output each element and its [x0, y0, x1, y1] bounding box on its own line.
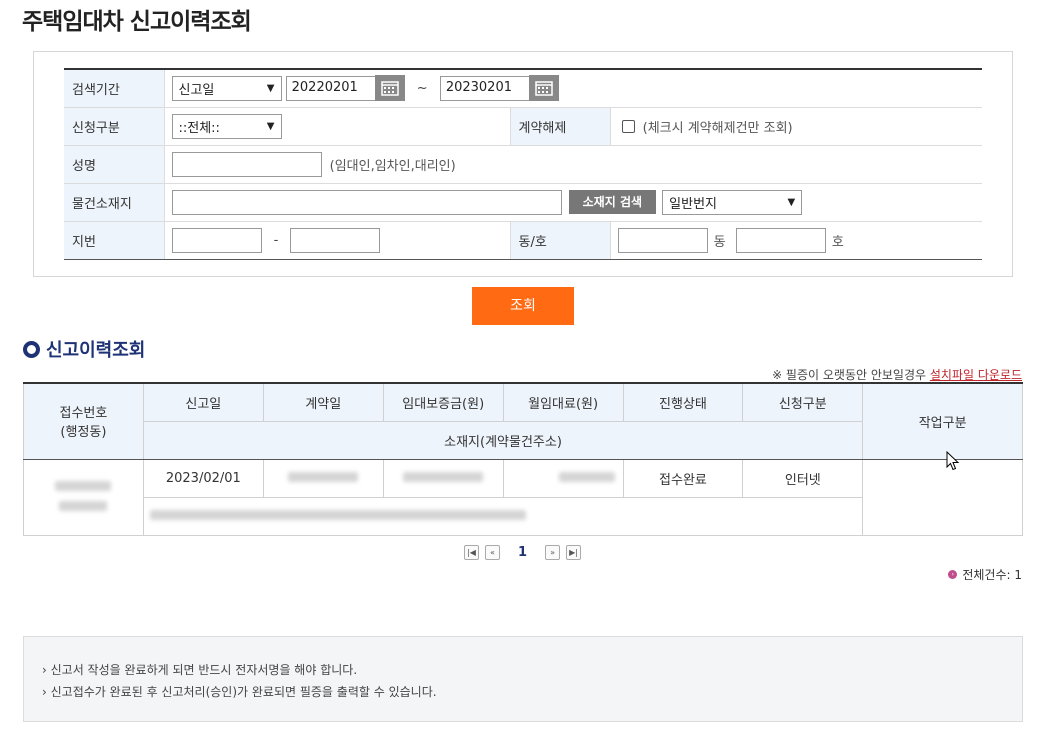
apply-type-cell: 인터넷 — [742, 458, 864, 498]
col-apply-type: 신청구분 — [742, 382, 864, 422]
search-panel: 검색기간 신고일 ▼ 20220201 ~ 20230201 신청구분 ::전체:… — [33, 51, 1013, 277]
cancel-label: 계약해제 — [509, 107, 611, 146]
apply-type-label: 신청구분 — [64, 107, 165, 146]
ho-input[interactable] — [735, 227, 826, 253]
dong-suffix: 동 — [713, 234, 726, 250]
lot-main-input[interactable] — [171, 227, 262, 253]
period-type-select[interactable]: 신고일 ▼ — [171, 75, 282, 101]
next-page-icon[interactable]: » — [545, 545, 561, 560]
redacted-value — [149, 509, 526, 520]
mouse-cursor-icon — [946, 451, 960, 471]
report-date-cell: 2023/02/01 — [142, 458, 264, 498]
col-deposit: 임대보증금(원) — [382, 382, 504, 422]
calendar-icon[interactable] — [374, 75, 405, 102]
address-search-button[interactable]: 소재지 검색 — [568, 190, 657, 214]
date-separator: ~ — [416, 80, 428, 96]
name-label: 성명 — [64, 145, 165, 184]
chevron-down-icon: ▼ — [787, 196, 796, 208]
contract-date-cell — [262, 458, 384, 498]
cancel-only-checkbox[interactable] — [621, 119, 635, 133]
status-cell: 접수완료 — [622, 458, 744, 498]
calendar-icon[interactable] — [528, 75, 559, 102]
last-page-icon[interactable]: ▶| — [566, 545, 582, 560]
ho-suffix: 호 — [831, 234, 844, 250]
address-label: 물건소재지 — [64, 183, 165, 222]
redacted-value — [55, 480, 112, 491]
prev-page-icon[interactable]: « — [485, 545, 500, 560]
address-type-select[interactable]: 일반번지 ▼ — [662, 189, 803, 215]
redacted-value — [403, 471, 484, 482]
period-label: 검색기간 — [64, 69, 165, 108]
install-download-link[interactable]: 설치파일 다운로드 — [930, 368, 1022, 382]
info-line: › 신고접수가 완료된 후 신고처리(승인)가 완료되면 필증을 출력할 수 있… — [42, 685, 437, 699]
address-input[interactable] — [171, 189, 562, 215]
plugin-notice: ※ 필증이 오랫동안 안보일경우 설치파일 다운로드 — [772, 368, 1022, 382]
dongho-label: 동/호 — [509, 221, 611, 260]
lot-separator: - — [273, 232, 279, 248]
lot-label: 지번 — [64, 221, 165, 260]
redacted-value — [558, 471, 615, 482]
col-contract-date: 계약일 — [262, 382, 384, 422]
pagination: |◀ « 1 » ▶| — [464, 545, 582, 560]
chevron-down-icon: ▼ — [266, 120, 275, 132]
info-box: › 신고서 작성을 완료하게 되면 반드시 전자서명을 해야 합니다. › 신고… — [23, 636, 1023, 722]
redacted-value — [288, 471, 359, 482]
table-row[interactable]: 2023/02/01 접수완료 인터넷 — [23, 458, 1023, 536]
search-button[interactable]: 조회 — [472, 287, 574, 325]
apply-type-select[interactable]: ::전체:: ▼ — [171, 113, 282, 139]
lot-sub-input[interactable] — [290, 227, 381, 253]
address-cell — [142, 496, 864, 536]
monthly-rent-cell — [502, 458, 624, 498]
name-input[interactable] — [171, 151, 322, 177]
section-title: 신고이력조회 — [23, 336, 145, 362]
first-page-icon[interactable]: |◀ — [464, 545, 479, 560]
page-number[interactable]: 1 — [518, 545, 527, 560]
total-count: › 전체건수: 1 — [948, 566, 1022, 583]
date-to-input[interactable]: 20230201 — [439, 75, 530, 101]
search-form-table: 검색기간 신고일 ▼ 20220201 ~ 20230201 신청구분 ::전체:… — [64, 68, 982, 260]
col-monthly-rent: 월임대료(원) — [502, 382, 624, 422]
deposit-cell — [382, 458, 504, 498]
page-title: 주택임대차 신고이력조회 — [22, 9, 252, 35]
receipt-no-cell — [23, 458, 144, 536]
name-hint: (임대인,임차인,대리인) — [329, 158, 456, 174]
col-status: 진행상태 — [622, 382, 744, 422]
circle-bullet-icon — [23, 340, 40, 358]
col-address: 소재지(계약물건주소) — [142, 420, 864, 460]
bullet-arrow-icon: › — [948, 570, 958, 579]
cancel-hint: (체크시 계약해제건만 조회) — [642, 120, 793, 136]
chevron-down-icon: ▼ — [266, 82, 275, 94]
dong-input[interactable] — [617, 227, 708, 253]
date-from-input[interactable]: 20220201 — [285, 75, 376, 101]
col-work-type: 작업구분 — [862, 382, 1023, 460]
redacted-value — [59, 500, 108, 511]
col-report-date: 신고일 — [142, 382, 264, 422]
info-line: › 신고서 작성을 완료하게 되면 반드시 전자서명을 해야 합니다. — [42, 663, 358, 677]
result-table: 접수번호 (행정동) 신고일 계약일 임대보증금(원) 월임대료(원) 진행상태… — [23, 382, 1023, 536]
work-type-cell — [862, 458, 1023, 536]
col-receipt-no: 접수번호 (행정동) — [23, 382, 144, 460]
